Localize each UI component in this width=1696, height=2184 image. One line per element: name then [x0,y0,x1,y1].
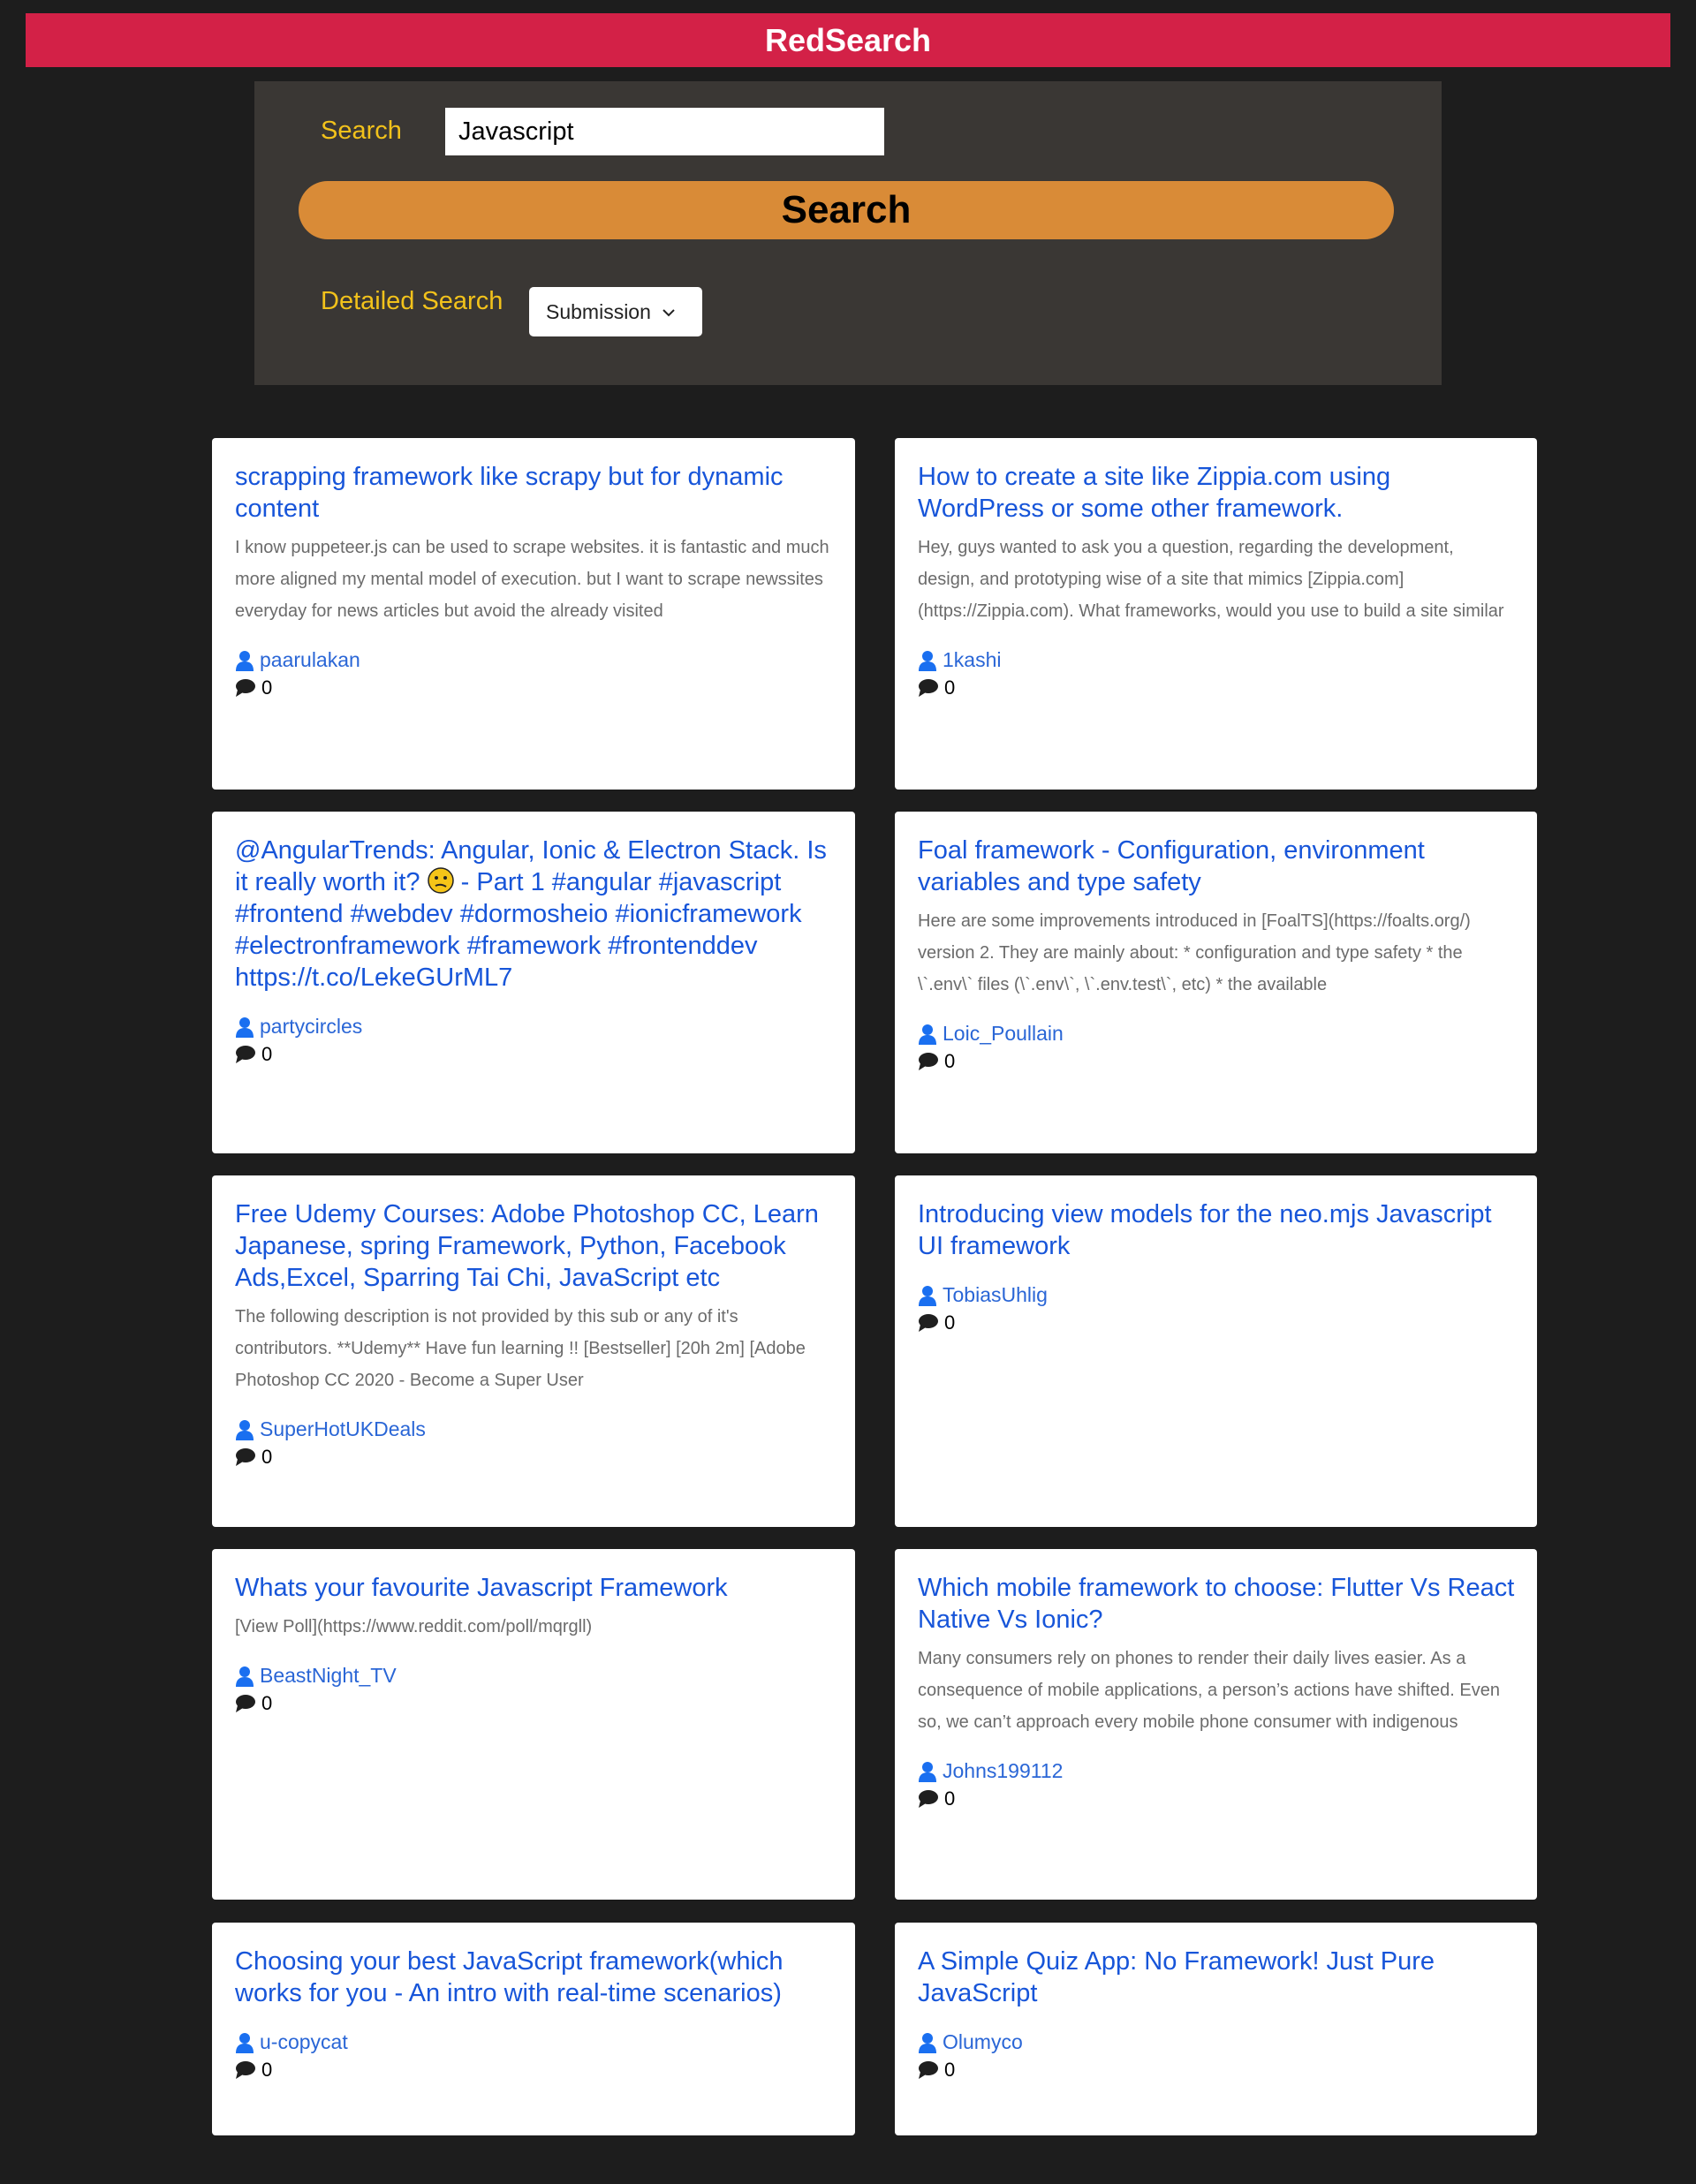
comment-icon [918,2060,939,2080]
result-title-link[interactable]: Free Udemy Courses: Adobe Photoshop CC, … [235,1198,833,1294]
result-title-link[interactable]: scrapping framework like scrapy but for … [235,461,833,525]
result-meta: paarulakan 0 [235,646,833,701]
result-description: I know puppeteer.js can be used to scrap… [235,538,829,621]
result-meta: Olumyco 0 [918,2029,1515,2083]
user-icon [918,2032,937,2053]
author-link[interactable]: 1kashi [943,648,1001,672]
user-icon [235,1419,254,1440]
result-meta: partycircles 0 [235,1013,833,1068]
result-meta: Loic_Poullain 0 [918,1020,1515,1075]
result-title-link[interactable]: Whats your favourite Javascript Framewor… [235,1572,833,1604]
comment-count: 0 [944,1049,956,1072]
result-meta: TobiasUhlig 0 [918,1281,1515,1336]
search-label: Search [321,117,402,145]
user-icon [235,2032,254,2053]
result-description: [View Poll](https://www.reddit.com/poll/… [235,1617,593,1636]
result-description: Here are some improvements introduced in… [918,911,1471,994]
comment-count: 0 [944,2058,956,2081]
result-card: Foal framework - Configuration, environm… [895,812,1537,1153]
detailed-search-dropdown[interactable]: Submission [529,287,702,336]
result-card: How to create a site like Zippia.com usi… [895,438,1537,790]
comment-count: 0 [261,1445,273,1468]
comment-count: 0 [261,1691,273,1714]
confused-face-emoji [427,867,454,894]
author-link[interactable]: partycircles [260,1015,362,1039]
result-card: Which mobile framework to choose: Flutte… [895,1549,1537,1900]
author-link[interactable]: u-copycat [260,2030,348,2054]
result-card: Whats your favourite Javascript Framewor… [212,1549,855,1900]
app-title: RedSearch [764,22,932,58]
result-title-link[interactable]: Introducing view models for the neo.mjs … [918,1198,1515,1262]
comment-count: 0 [261,1042,273,1065]
user-icon [235,1666,254,1687]
author-link[interactable]: Loic_Poullain [943,1022,1064,1046]
author-link[interactable]: TobiasUhlig [943,1283,1048,1307]
author-link[interactable]: paarulakan [260,648,360,672]
result-title-link[interactable]: Which mobile framework to choose: Flutte… [918,1572,1515,1636]
result-card: A Simple Quiz App: No Framework! Just Pu… [895,1923,1537,2135]
result-card: scrapping framework like scrapy but for … [212,438,855,790]
result-title-link[interactable]: How to create a site like Zippia.com usi… [918,461,1515,525]
author-link[interactable]: Johns199112 [943,1759,1063,1783]
result-meta: Johns199112 0 [918,1757,1515,1812]
author-link[interactable]: SuperHotUKDeals [260,1417,426,1441]
result-description: Hey, guys wanted to ask you a question, … [918,538,1504,621]
result-card: Free Udemy Courses: Adobe Photoshop CC, … [212,1175,855,1527]
user-icon [918,1024,937,1045]
comment-icon [235,1045,256,1064]
user-icon [235,1016,254,1038]
result-card: Choosing your best JavaScript framework(… [212,1923,855,2135]
app-header: RedSearch [26,13,1670,67]
result-description: Many consumers rely on phones to render … [918,1649,1500,1732]
comment-icon [235,1694,256,1713]
comment-icon [918,1789,939,1809]
comment-count: 0 [261,2058,273,2081]
author-link[interactable]: Olumyco [943,2030,1023,2054]
comment-icon [235,2060,256,2080]
result-meta: SuperHotUKDeals 0 [235,1416,833,1470]
result-meta: 1kashi 0 [918,646,1515,701]
search-panel: Search Search Detailed Search Submission [254,81,1442,385]
comment-count: 0 [944,676,956,699]
detailed-search-label: Detailed Search [321,287,504,315]
user-icon [918,650,937,671]
comment-icon [235,1447,256,1467]
user-icon [918,1285,937,1306]
author-link[interactable]: BeastNight_TV [260,1664,397,1688]
chevron-down-icon [662,303,676,321]
comment-icon [918,1052,939,1071]
result-title-link[interactable]: A Simple Quiz App: No Framework! Just Pu… [918,1946,1515,2009]
result-card: @AngularTrends: Angular, Ionic & Electro… [212,812,855,1153]
result-meta: BeastNight_TV 0 [235,1662,833,1717]
user-icon [235,650,254,671]
comment-icon [918,1313,939,1333]
comment-icon [235,678,256,698]
result-meta: u-copycat 0 [235,2029,833,2083]
comment-count: 0 [944,1311,956,1334]
result-card: Introducing view models for the neo.mjs … [895,1175,1537,1527]
comment-icon [918,678,939,698]
result-description: The following description is not provide… [235,1307,806,1390]
detailed-search-selected: Submission [546,299,651,323]
result-title-link[interactable]: Foal framework - Configuration, environm… [918,835,1515,898]
result-title-link[interactable]: @AngularTrends: Angular, Ionic & Electro… [235,835,833,994]
search-button[interactable]: Search [299,181,1394,239]
user-icon [918,1761,937,1782]
comment-count: 0 [261,676,273,699]
result-title-link[interactable]: Choosing your best JavaScript framework(… [235,1946,833,2009]
search-input[interactable] [445,108,884,155]
comment-count: 0 [944,1787,956,1810]
